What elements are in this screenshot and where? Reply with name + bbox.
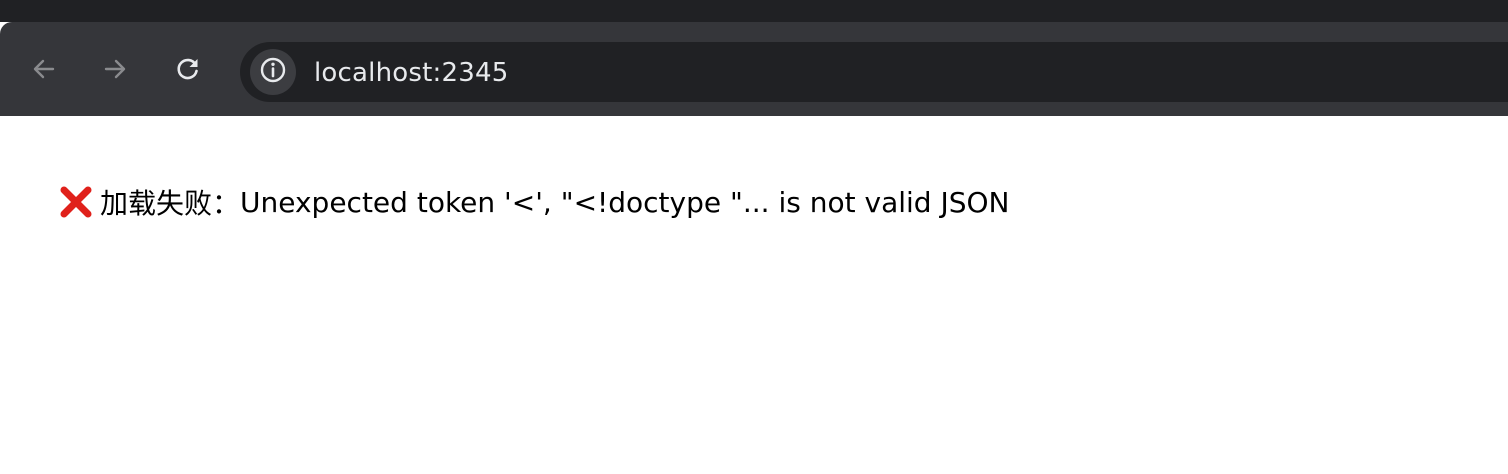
error-detail: Unexpected token '<', "<!doctype "... is… <box>240 185 1010 219</box>
error-message-line: 加载失败： Unexpected token '<', "<!doctype "… <box>58 182 1009 222</box>
reload-button[interactable] <box>165 46 211 92</box>
browser-toolbar: localhost:2345 <box>0 22 1508 116</box>
site-info-button[interactable] <box>250 49 296 95</box>
forward-button[interactable] <box>92 46 138 92</box>
info-icon <box>259 56 287 88</box>
page-content: 加载失败： Unexpected token '<', "<!doctype "… <box>0 116 1508 474</box>
reload-icon <box>174 55 202 83</box>
back-button[interactable] <box>21 46 67 92</box>
cross-mark-icon <box>58 184 94 220</box>
window-top-strip <box>0 0 1508 22</box>
arrow-right-icon <box>101 55 129 83</box>
url-text[interactable]: localhost:2345 <box>314 58 508 88</box>
arrow-left-icon <box>30 55 58 83</box>
address-bar[interactable]: localhost:2345 <box>240 42 1508 102</box>
error-prefix: 加载失败： <box>100 187 241 220</box>
